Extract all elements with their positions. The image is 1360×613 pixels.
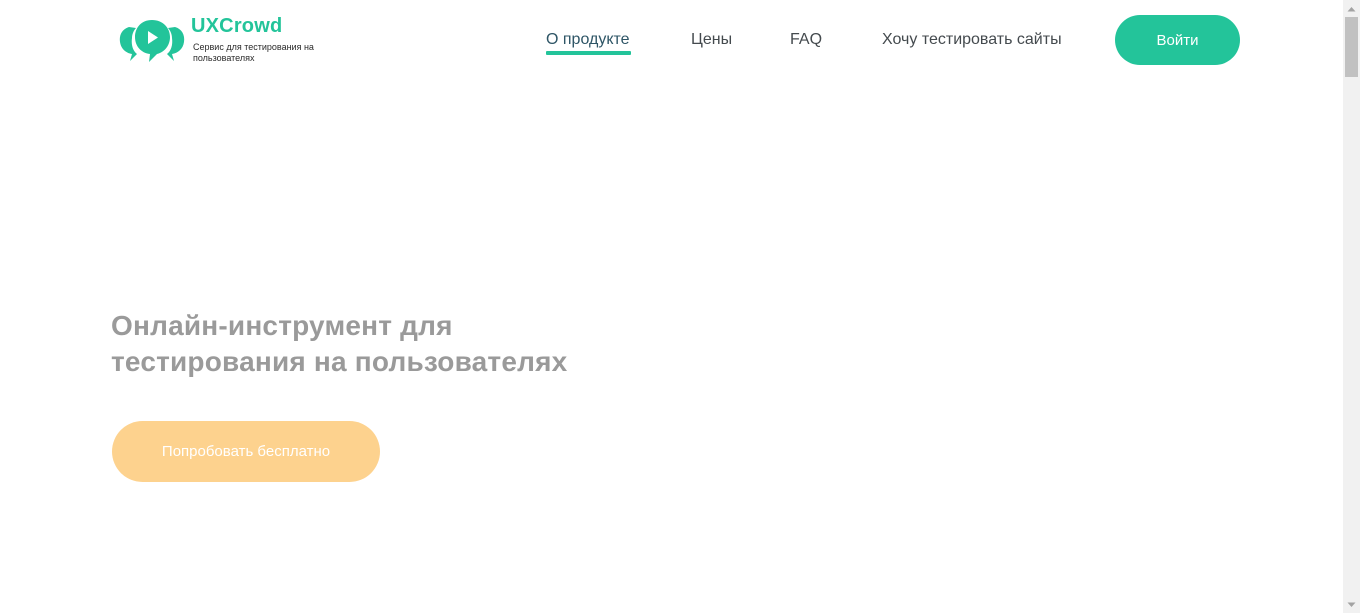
try-free-button[interactable]: Попробовать бесплатно	[112, 421, 380, 482]
page: UXCrowd Сервис для тестирования на польз…	[0, 0, 1360, 613]
site-header: UXCrowd Сервис для тестирования на польз…	[0, 0, 1343, 82]
scrollbar-thumb[interactable]	[1345, 17, 1358, 77]
scroll-up-arrow-icon[interactable]	[1343, 0, 1360, 17]
nav-item-become-tester[interactable]: Хочу тестировать сайты	[882, 31, 1062, 49]
nav-item-faq[interactable]: FAQ	[790, 31, 822, 49]
hero-title: Онлайн-инструмент для тестирования на по…	[111, 310, 568, 377]
login-button[interactable]: Войти	[1115, 15, 1240, 65]
scroll-down-arrow-icon[interactable]	[1343, 596, 1360, 613]
vertical-scrollbar[interactable]	[1343, 0, 1360, 613]
nav-item-about-product[interactable]: О продукте	[546, 31, 630, 49]
nav-active-indicator	[546, 51, 631, 55]
nav-item-prices[interactable]: Цены	[691, 31, 732, 49]
